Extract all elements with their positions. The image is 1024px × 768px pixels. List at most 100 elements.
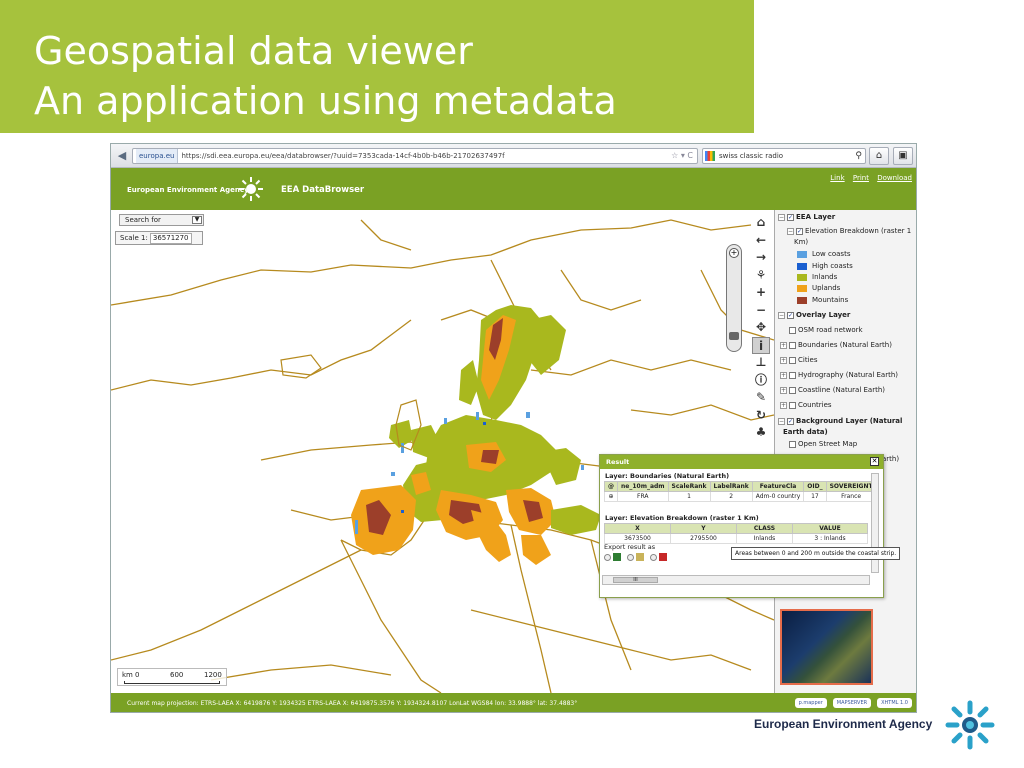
xhtml-logo[interactable]: XHTML 1.0 (877, 698, 912, 708)
url-text: https://sdi.eea.europa.eu/eea/databrowse… (181, 152, 505, 160)
column-header: OID_ (803, 481, 827, 492)
site-identity-badge[interactable]: europa.eu (136, 149, 179, 163)
map-canvas[interactable]: Search for ▼ Scale 1: 36571270 + ⌂ ← → ⚘ … (111, 210, 774, 693)
mapserver-logo[interactable]: MAPSERVER (832, 698, 872, 708)
checkbox-overlay-layer[interactable]: ✓ (787, 311, 794, 319)
expand-icon[interactable]: + (780, 341, 787, 349)
tree-background-layer[interactable]: − ✓ Background Layer (Natural (778, 417, 902, 425)
legend-class-label: Inlands (812, 273, 838, 281)
checkbox-eea-layer[interactable]: ✓ (787, 213, 794, 221)
header-links: Link Print Download (824, 174, 912, 182)
checkbox-osm-roads[interactable] (789, 326, 796, 334)
export-pdf-option[interactable] (650, 553, 667, 561)
back-icon[interactable]: ◀ (115, 148, 129, 163)
radio-csv[interactable] (627, 553, 634, 561)
print-button[interactable]: Print (853, 174, 869, 182)
address-bar[interactable]: europa.eu https://sdi.eea.europa.eu/eea/d… (132, 148, 698, 164)
checkbox-hydrography[interactable] (789, 371, 796, 379)
hscroll-thumb[interactable]: III (613, 577, 658, 583)
partial-label: arth) (882, 455, 900, 463)
zoom-to-feature-icon[interactable]: ⊕ (604, 491, 618, 502)
link-button[interactable]: Link (830, 174, 844, 182)
globe-icon[interactable]: ♣ (752, 424, 770, 442)
expand-icon[interactable]: + (780, 356, 787, 364)
menu-icon[interactable]: ▣ (893, 147, 913, 165)
expand-icon[interactable]: + (780, 386, 787, 394)
expand-icon[interactable]: + (780, 371, 787, 379)
agency-label: European Environment Agency (127, 186, 249, 194)
export-csv-option[interactable] (627, 553, 644, 561)
radio-excel[interactable] (604, 553, 611, 561)
uplands-swatch (797, 284, 807, 292)
background-layer-label-cont: Earth data) (783, 428, 828, 436)
arrow-left-icon[interactable]: ← (752, 232, 770, 250)
search-engine-icon[interactable] (705, 151, 715, 161)
tree-item-cities[interactable]: + Cities (780, 356, 817, 364)
chevron-down-icon[interactable]: ▼ (192, 216, 202, 224)
info-icon[interactable]: ⓘ (752, 372, 770, 390)
result-layer2-table: X Y CLASS VALUE 3673500 2795500 Inlands … (604, 523, 868, 544)
checkbox-osm[interactable] (789, 440, 796, 448)
overview-map[interactable] (780, 609, 873, 685)
radio-pdf[interactable] (650, 553, 657, 561)
collapse-icon[interactable]: − (787, 227, 794, 235)
tree-eea-layer[interactable]: − ✓ EEA Layer (778, 213, 835, 221)
checkbox-elevation[interactable]: ✓ (796, 227, 803, 235)
overlay-item-label: Coastline (Natural Earth) (798, 386, 885, 394)
table-cell: 3 : Inlands (792, 533, 868, 544)
legend-class-label: High coasts (812, 262, 853, 270)
expand-icon[interactable]: + (780, 401, 787, 409)
collapse-icon[interactable]: − (778, 311, 785, 319)
zoom-out-tool-icon[interactable]: − (752, 302, 770, 320)
arrow-right-icon[interactable]: → (752, 249, 770, 267)
tree-item-hydrography[interactable]: + Hydrography (Natural Earth) (780, 371, 898, 379)
tree-overlay-layer[interactable]: − ✓ Overlay Layer (778, 311, 850, 319)
zoom-slider-thumb[interactable] (729, 332, 739, 340)
result-horizontal-scrollbar[interactable]: III (602, 575, 870, 585)
refresh-icon[interactable]: ↻ (752, 407, 770, 425)
legend-class-inlands: Inlands (797, 273, 837, 281)
select-icon[interactable]: ⊥ (752, 354, 770, 372)
checkbox-cities[interactable] (789, 356, 796, 364)
identify-icon[interactable]: i (752, 336, 770, 354)
home-extent-icon[interactable]: ⌂ (752, 214, 770, 232)
browser-search-box[interactable]: swiss classic radio ⚲ (702, 148, 866, 164)
zoom-box-icon[interactable]: ⚘ (752, 267, 770, 285)
tree-background-cont: Earth data) (783, 428, 828, 436)
bookmark-star-icon[interactable]: ☆ ▾ C (671, 149, 693, 163)
home-icon[interactable]: ⌂ (869, 147, 889, 165)
measure-icon[interactable]: ✎ (752, 389, 770, 407)
magnifier-icon[interactable]: ⚲ (855, 149, 862, 163)
tree-item-coastline[interactable]: + Coastline (Natural Earth) (780, 386, 885, 394)
collapse-icon[interactable]: − (778, 213, 785, 221)
tree-item-osm-roads[interactable]: OSM road network (789, 326, 863, 334)
slide-title-line1: Geospatial data viewer (34, 29, 473, 73)
legend-class-label: Low coasts (812, 250, 851, 258)
footer-org-name: European Environment Agency (754, 717, 933, 731)
table-cell: FRA (617, 491, 669, 502)
zoom-in-icon[interactable]: + (729, 248, 739, 258)
scale-input[interactable]: 36571270 (149, 233, 192, 244)
slide-title-banner: Geospatial data viewer An application us… (0, 0, 754, 133)
collapse-icon[interactable]: − (778, 417, 785, 425)
search-for-select[interactable]: Search for ▼ (119, 214, 204, 226)
download-button[interactable]: Download (877, 174, 912, 182)
tree-elevation[interactable]: − ✓ Elevation Breakdown (raster 1 (787, 227, 911, 235)
tree-item-osm[interactable]: Open Street Map (789, 440, 857, 448)
zoom-slider[interactable]: + (726, 244, 742, 352)
pan-icon[interactable]: ✥ (752, 319, 770, 337)
legend-class-label: Mountains (812, 296, 849, 304)
tree-item-boundaries[interactable]: + Boundaries (Natural Earth) (780, 341, 892, 349)
zoom-in-tool-icon[interactable]: + (752, 284, 770, 302)
checkbox-coastline[interactable] (789, 386, 796, 394)
column-header: FeatureCla (751, 481, 805, 492)
checkbox-boundaries[interactable] (789, 341, 796, 349)
search-query-text: swiss classic radio (719, 152, 784, 160)
export-excel-option[interactable] (604, 553, 621, 561)
pmapper-logo[interactable]: p.mapper (794, 698, 827, 708)
tree-item-countries[interactable]: + Countries (780, 401, 832, 409)
close-icon[interactable]: ✕ (870, 457, 879, 466)
checkbox-countries[interactable] (789, 401, 796, 409)
checkbox-background-layer[interactable]: ✓ (787, 417, 794, 425)
europe-map[interactable] (111, 210, 774, 693)
